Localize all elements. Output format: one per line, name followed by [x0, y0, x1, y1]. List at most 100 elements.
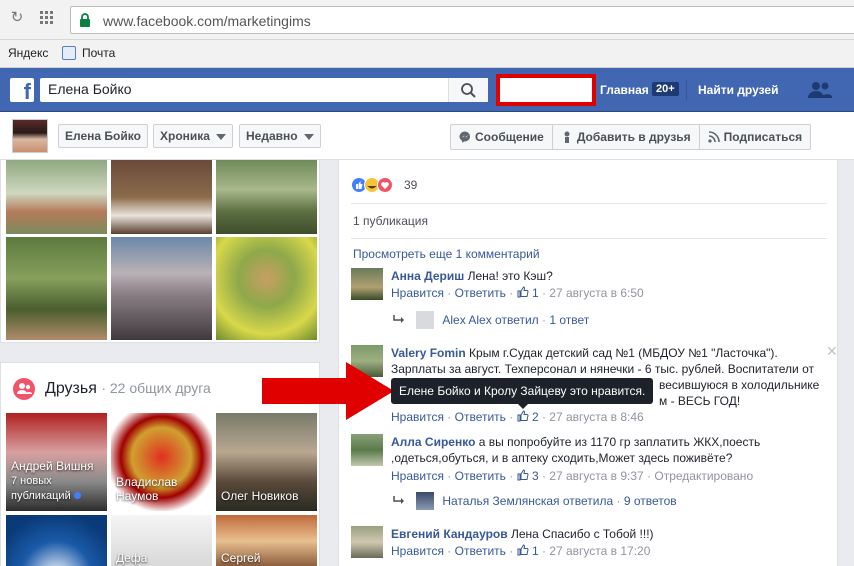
reply-link[interactable]: Ответить: [455, 286, 506, 300]
like-link[interactable]: Нравится: [391, 286, 444, 300]
messenger-icon: [459, 131, 471, 143]
follow-button[interactable]: Подписаться: [700, 125, 810, 149]
comment-author[interactable]: Анна Дериш: [391, 269, 464, 283]
friend-name: Андрей Вишня 7 новых публикаций: [11, 459, 94, 502]
reload-icon[interactable]: ↻: [8, 9, 26, 27]
reactions-icon[interactable]: [351, 176, 401, 194]
comment-actions: Нравится · Ответить · 1 · 27 августа в 1…: [391, 544, 651, 558]
annotation-arrow-icon: [262, 362, 394, 420]
likes-tooltip: Елене Бойко и Кролу Зайцеву это нравится…: [391, 378, 654, 404]
reply-avatar: [416, 311, 435, 329]
address-bar[interactable]: www.facebook.com/marketingims: [70, 6, 854, 34]
reactions-count[interactable]: 39: [404, 178, 417, 192]
comment-like-count[interactable]: 3: [532, 469, 539, 483]
timeline-label: Хроника: [160, 129, 210, 143]
comment-like-count[interactable]: 2: [532, 410, 539, 424]
like-link[interactable]: Нравится: [391, 469, 444, 483]
nav-find-friends[interactable]: Найти друзей: [698, 83, 778, 97]
add-friend-label: Добавить в друзья: [576, 130, 691, 144]
recent-dropdown[interactable]: Недавно: [239, 124, 321, 148]
friend-tile[interactable]: Андрей Вишня 7 новых публикаций: [6, 413, 107, 511]
photo-thumbnail[interactable]: [6, 237, 107, 340]
friend-tile[interactable]: Дефа: [111, 515, 212, 566]
comment-text: Анна Дериш Лена! это Кэш?: [391, 269, 553, 283]
bookmark-mail[interactable]: Почта: [82, 46, 115, 60]
search-button[interactable]: [448, 78, 488, 102]
comment-actions: Нравится · Ответить · 2 · 27 августа в 8…: [391, 410, 644, 424]
profile-name-button[interactable]: Елена Бойко: [58, 124, 148, 148]
comment-like-count[interactable]: 1: [532, 286, 539, 300]
reply-link[interactable]: Ответить: [455, 544, 506, 558]
like-link[interactable]: Нравится: [391, 410, 444, 424]
nav-divider: [686, 80, 687, 100]
replies-link[interactable]: Alex Alex ответил · 1 ответ: [393, 311, 589, 329]
reply-verb: ответил: [495, 313, 539, 327]
reply-arrow-icon: [393, 496, 404, 504]
like-link[interactable]: Нравится: [391, 544, 444, 558]
comment-text: Евгений Кандауров Лена Спасибо с Тобой !…: [391, 527, 654, 541]
home-badge: 20+: [652, 82, 679, 96]
comment-avatar[interactable]: [351, 268, 383, 300]
facebook-logo-icon[interactable]: f: [10, 78, 34, 102]
comment-timestamp[interactable]: 27 августа в 8:46: [549, 410, 643, 424]
photo-thumbnail[interactable]: [111, 160, 212, 234]
divider: [351, 238, 827, 239]
reply-avatar: [416, 492, 435, 510]
comment-avatar[interactable]: [351, 434, 383, 466]
apps-grid-icon[interactable]: [38, 9, 56, 27]
facebook-header: f Главная 20+ Найти друзей: [0, 68, 854, 112]
replies-link[interactable]: Наталья Землянская ответила · 9 ответов: [393, 492, 677, 510]
reply-link[interactable]: Ответить: [455, 410, 506, 424]
comment-timestamp[interactable]: 27 августа в 17:20: [549, 544, 650, 558]
comment-avatar[interactable]: [351, 526, 383, 558]
photo-thumbnail[interactable]: [216, 160, 317, 234]
friends-title[interactable]: Друзья · 22 общих друга: [45, 380, 211, 398]
follow-label: Подписаться: [723, 130, 803, 144]
close-icon[interactable]: ✕: [826, 343, 838, 360]
reply-link[interactable]: Ответить: [455, 469, 506, 483]
friend-tile[interactable]: [6, 515, 107, 566]
photo-thumbnail[interactable]: [6, 160, 107, 234]
chevron-down-icon: [215, 133, 226, 140]
reply-author: Наталья Землянская: [442, 494, 560, 508]
reply-verb: ответила: [562, 494, 614, 508]
photos-card: [0, 160, 320, 343]
comment-timestamp[interactable]: 27 августа в 6:50: [549, 286, 643, 300]
search-box[interactable]: [40, 78, 488, 102]
friend-tile[interactable]: Олег Новиков: [216, 413, 317, 511]
comment-like-count[interactable]: 1: [532, 544, 539, 558]
browser-toolbar: ↻ www.facebook.com/marketingims: [0, 0, 854, 40]
timeline-dropdown[interactable]: Хроника: [153, 124, 233, 148]
thumbs-up-icon: [517, 544, 529, 556]
add-friend-button[interactable]: Добавить в друзья: [553, 125, 700, 149]
photo-thumbnail[interactable]: [111, 237, 212, 340]
comment-author[interactable]: Алла Сиренко: [391, 435, 475, 449]
bookmark-yandex[interactable]: Яндекс: [8, 46, 48, 60]
message-label: Сообщение: [475, 130, 544, 144]
view-more-comments-link[interactable]: Просмотреть еще 1 комментарий: [353, 247, 540, 261]
rss-icon: [708, 131, 720, 143]
message-button[interactable]: Сообщение: [451, 125, 553, 149]
post-card: 39 1 публикация Просмотреть еще 1 коммен…: [338, 160, 838, 566]
add-friend-icon: [564, 131, 570, 143]
photo-thumbnail[interactable]: [216, 237, 317, 340]
friend-name: Владислав Наумов: [116, 475, 178, 503]
url-text: www.facebook.com/marketingims: [103, 13, 311, 29]
comment-author[interactable]: Valery Fomin: [391, 346, 466, 360]
profile-avatar[interactable]: [12, 119, 48, 153]
lock-icon: [80, 13, 90, 27]
friend-requests-icon[interactable]: [808, 80, 832, 100]
friend-tile[interactable]: Владислав Наумов: [111, 413, 212, 511]
mail-icon: [62, 46, 76, 60]
nav-home[interactable]: Главная: [600, 83, 649, 97]
friends-icon: [13, 378, 35, 400]
search-input[interactable]: [48, 81, 448, 97]
comment-timestamp[interactable]: 27 августа в 9:37: [549, 469, 643, 483]
friend-tile[interactable]: Сергей: [216, 515, 317, 566]
shares-count[interactable]: 1 публикация: [353, 214, 428, 228]
comment-author[interactable]: Евгений Кандауров: [391, 527, 508, 541]
reply-arrow-icon: [393, 315, 404, 323]
friend-name: Дефа: [116, 551, 148, 565]
edited-label[interactable]: Отредактировано: [654, 469, 753, 483]
comment: Анна Дериш Лена! это Кэш? Нравится · Отв…: [351, 268, 831, 334]
